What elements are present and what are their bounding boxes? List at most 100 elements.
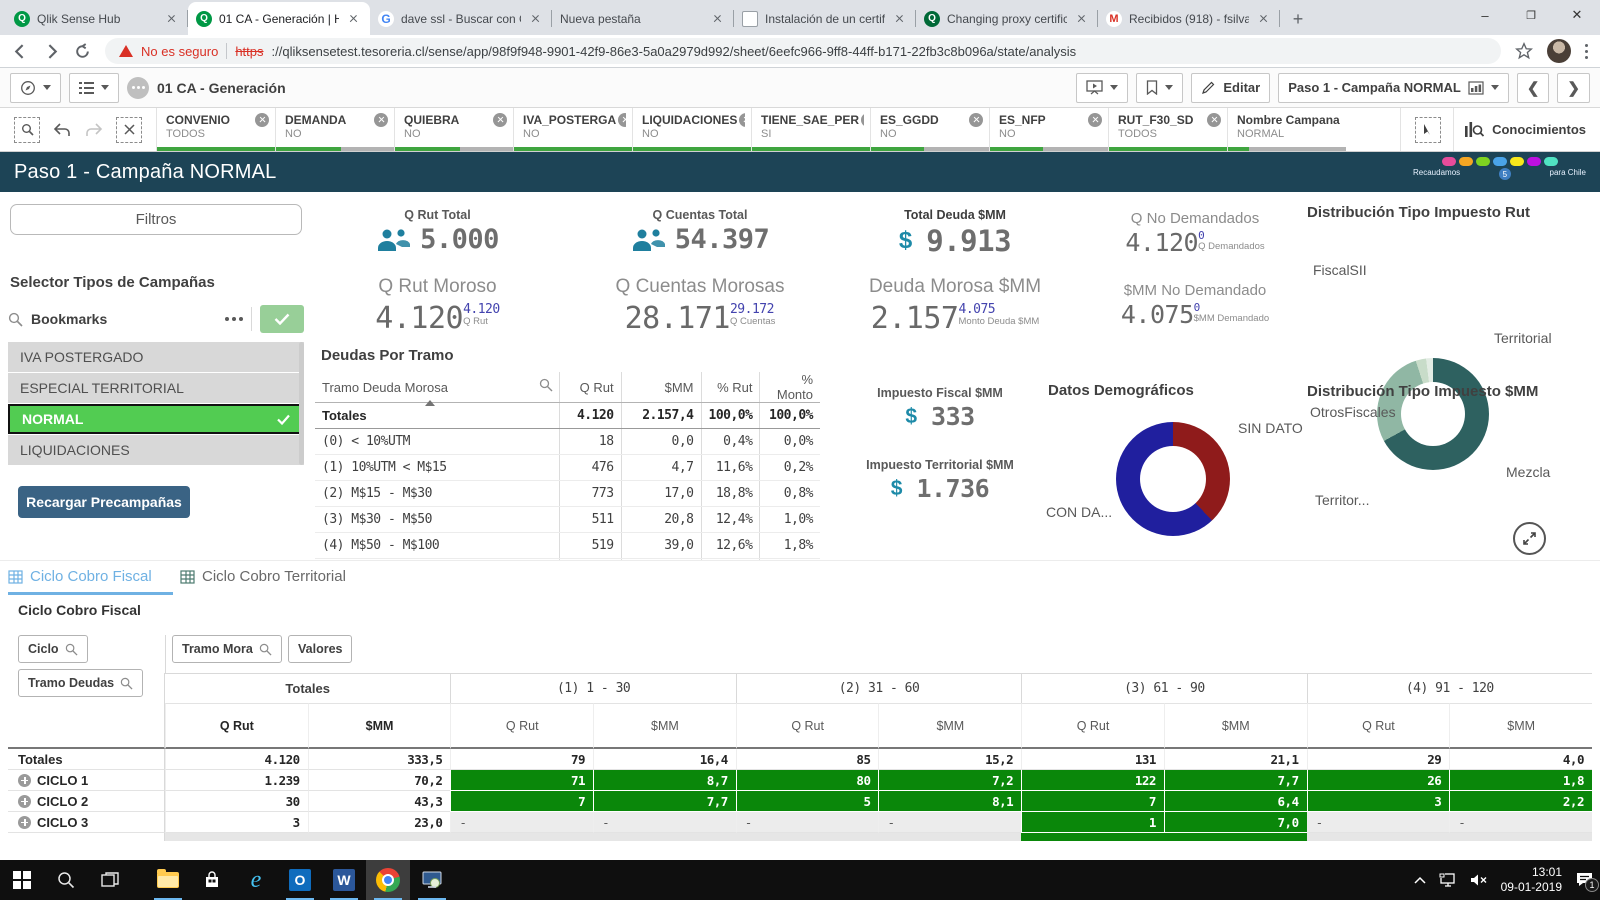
column-header-mm[interactable]: $MM: [621, 372, 701, 403]
pivot-valores-button[interactable]: Valores: [288, 635, 352, 663]
chart-label-mezcla[interactable]: Mezcla: [1506, 464, 1550, 480]
lasso-select-icon[interactable]: [1415, 117, 1441, 143]
task-view-button[interactable]: [88, 860, 132, 900]
chart-label-otros-fiscales[interactable]: OtrosFiscales: [1310, 404, 1396, 420]
demographics-donut-chart[interactable]: [1116, 422, 1230, 536]
search-icon[interactable]: [8, 312, 23, 327]
browser-tab[interactable]: dave ssl - Buscar con Go: [370, 2, 552, 35]
internet-explorer-button[interactable]: [234, 860, 278, 900]
start-button[interactable]: [0, 860, 44, 900]
remove-selection-icon[interactable]: [618, 113, 626, 127]
profile-avatar[interactable]: [1547, 39, 1571, 63]
browser-tab-active[interactable]: 01 CA - Generación | Hoj: [188, 2, 370, 35]
sheet-list-button[interactable]: [69, 73, 119, 103]
chart-label-con-dato[interactable]: CON DA...: [1046, 504, 1112, 520]
forward-icon[interactable]: [43, 43, 60, 60]
close-tab-icon[interactable]: [528, 11, 544, 27]
close-tab-icon[interactable]: [1074, 11, 1090, 27]
tab-ciclo-cobro-territorial[interactable]: Ciclo Cobro Territorial: [180, 568, 346, 585]
selection-chip-iva-posterga[interactable]: IVA_POSTERGANO: [513, 108, 632, 151]
reload-precampaigns-button[interactable]: Recargar Precampañas: [18, 486, 190, 518]
browser-menu-icon[interactable]: [1585, 44, 1588, 59]
back-icon[interactable]: [12, 43, 29, 60]
bookmarks-label[interactable]: Bookmarks: [31, 311, 217, 327]
close-tab-icon[interactable]: [710, 11, 726, 27]
url-omnibox[interactable]: No es seguro https ://qliksensetest.teso…: [105, 38, 1501, 64]
pivot-group-61-90[interactable]: (3) 61 - 90: [1021, 673, 1306, 703]
pivot-group-1-30[interactable]: (1) 1 - 30: [450, 673, 735, 703]
edit-button[interactable]: Editar: [1191, 73, 1270, 103]
remove-selection-icon[interactable]: [374, 113, 388, 127]
browser-tab[interactable]: Nueva pestaña: [552, 2, 734, 35]
remove-selection-icon[interactable]: [255, 113, 269, 127]
list-item-liquidaciones[interactable]: LIQUIDACIONES: [8, 435, 304, 465]
insights-button[interactable]: Conocimientos: [1453, 108, 1586, 151]
close-window-button[interactable]: [1554, 0, 1600, 30]
minimize-button[interactable]: [1462, 0, 1508, 30]
clear-selections-icon[interactable]: [116, 117, 142, 143]
network-icon[interactable]: [1439, 873, 1457, 887]
sheet-selector[interactable]: Paso 1 - Campaña NORMAL: [1278, 73, 1509, 103]
search-icon[interactable]: [539, 378, 553, 392]
chart-label-fiscalsii[interactable]: FiscalSII: [1313, 262, 1367, 278]
more-options-icon[interactable]: [225, 317, 243, 321]
file-explorer-button[interactable]: [146, 860, 190, 900]
column-header-pct-monto[interactable]: % Monto: [760, 372, 820, 403]
close-tab-icon[interactable]: [892, 11, 908, 27]
close-tab-icon[interactable]: [164, 11, 180, 27]
browser-tab[interactable]: Changing proxy certifica: [916, 2, 1098, 35]
word-button[interactable]: W: [322, 860, 366, 900]
close-tab-icon[interactable]: [346, 11, 362, 27]
selection-chip-tiene-sae-per[interactable]: TIENE_SAE_PERSI: [751, 108, 870, 151]
selections-back-icon[interactable]: [52, 121, 72, 139]
previous-sheet-button[interactable]: [1517, 73, 1550, 103]
close-tab-icon[interactable]: [1256, 11, 1272, 27]
next-sheet-button[interactable]: [1557, 73, 1590, 103]
selection-chip-liquidaciones[interactable]: LIQUIDACIONESNO: [632, 108, 751, 151]
column-header-pct-rut[interactable]: % Rut: [701, 372, 760, 403]
confirm-selection-button[interactable]: [260, 305, 304, 333]
browser-tab[interactable]: Qlik Sense Hub: [6, 2, 188, 35]
selection-chip-es-ggdd[interactable]: ES_GGDDNO: [870, 108, 989, 151]
action-center-button[interactable]: 1: [1575, 872, 1594, 888]
pivot-dim-tramo-deudas-button[interactable]: Tramo Deudas: [18, 669, 143, 697]
column-header-qrut[interactable]: Q Rut: [559, 372, 621, 403]
chart-label-territorial[interactable]: Territorial: [1494, 330, 1552, 346]
selection-chip-convenio[interactable]: CONVENIOTODOS: [156, 108, 275, 151]
bookmarks-button[interactable]: [1136, 73, 1183, 103]
tab-ciclo-cobro-fiscal[interactable]: Ciclo Cobro Fiscal: [8, 568, 152, 585]
pivot-row-ciclo-1[interactable]: CICLO 1: [8, 770, 165, 791]
expand-row-icon[interactable]: [18, 774, 31, 787]
expand-row-icon[interactable]: [18, 816, 31, 829]
chrome-button[interactable]: [366, 860, 410, 900]
navigation-menu-button[interactable]: [10, 73, 61, 103]
selection-chip-quiebra[interactable]: QUIEBRANO: [394, 108, 513, 151]
remove-selection-icon[interactable]: [1088, 113, 1102, 127]
remove-selection-icon[interactable]: [739, 113, 745, 127]
security-warning-icon[interactable]: [119, 45, 133, 57]
pivot-group-31-60[interactable]: (2) 31 - 60: [736, 673, 1021, 703]
taskbar-search-button[interactable]: [44, 860, 88, 900]
bookmark-star-icon[interactable]: [1515, 42, 1533, 60]
list-item-iva-postergado[interactable]: IVA POSTERGADO: [8, 342, 304, 372]
volume-muted-icon[interactable]: [1470, 873, 1488, 887]
new-tab-button[interactable]: [1284, 5, 1312, 33]
taskbar-clock[interactable]: 13:01 09-01-2019: [1501, 865, 1562, 895]
tray-chevron-icon[interactable]: [1414, 876, 1426, 884]
pivot-row-ciclo-2[interactable]: CICLO 2: [8, 791, 165, 812]
column-header-tramo[interactable]: Tramo Deuda Morosa: [315, 372, 559, 403]
chart-label-sin-dato[interactable]: SIN DATO: [1238, 420, 1303, 436]
expand-row-icon[interactable]: [18, 795, 31, 808]
selection-chip-es-nfp[interactable]: ES_NFPNO: [989, 108, 1108, 151]
pivot-group-91-120[interactable]: (4) 91 - 120: [1307, 673, 1592, 703]
pivot-row-ciclo-3[interactable]: CICLO 3: [8, 812, 165, 833]
selection-chip-demanda[interactable]: DEMANDANO: [275, 108, 394, 151]
list-scrollbar[interactable]: [299, 342, 304, 465]
smart-search-icon[interactable]: [14, 117, 40, 143]
maximize-button[interactable]: [1508, 0, 1554, 30]
remote-app-button[interactable]: [410, 860, 454, 900]
selection-chip-rut-f30-sd[interactable]: RUT_F30_SDTODOS: [1108, 108, 1227, 151]
remove-selection-icon[interactable]: [493, 113, 507, 127]
browser-tab[interactable]: Recibidos (918) - fsilva@: [1098, 2, 1280, 35]
storytelling-button[interactable]: [1076, 73, 1128, 103]
